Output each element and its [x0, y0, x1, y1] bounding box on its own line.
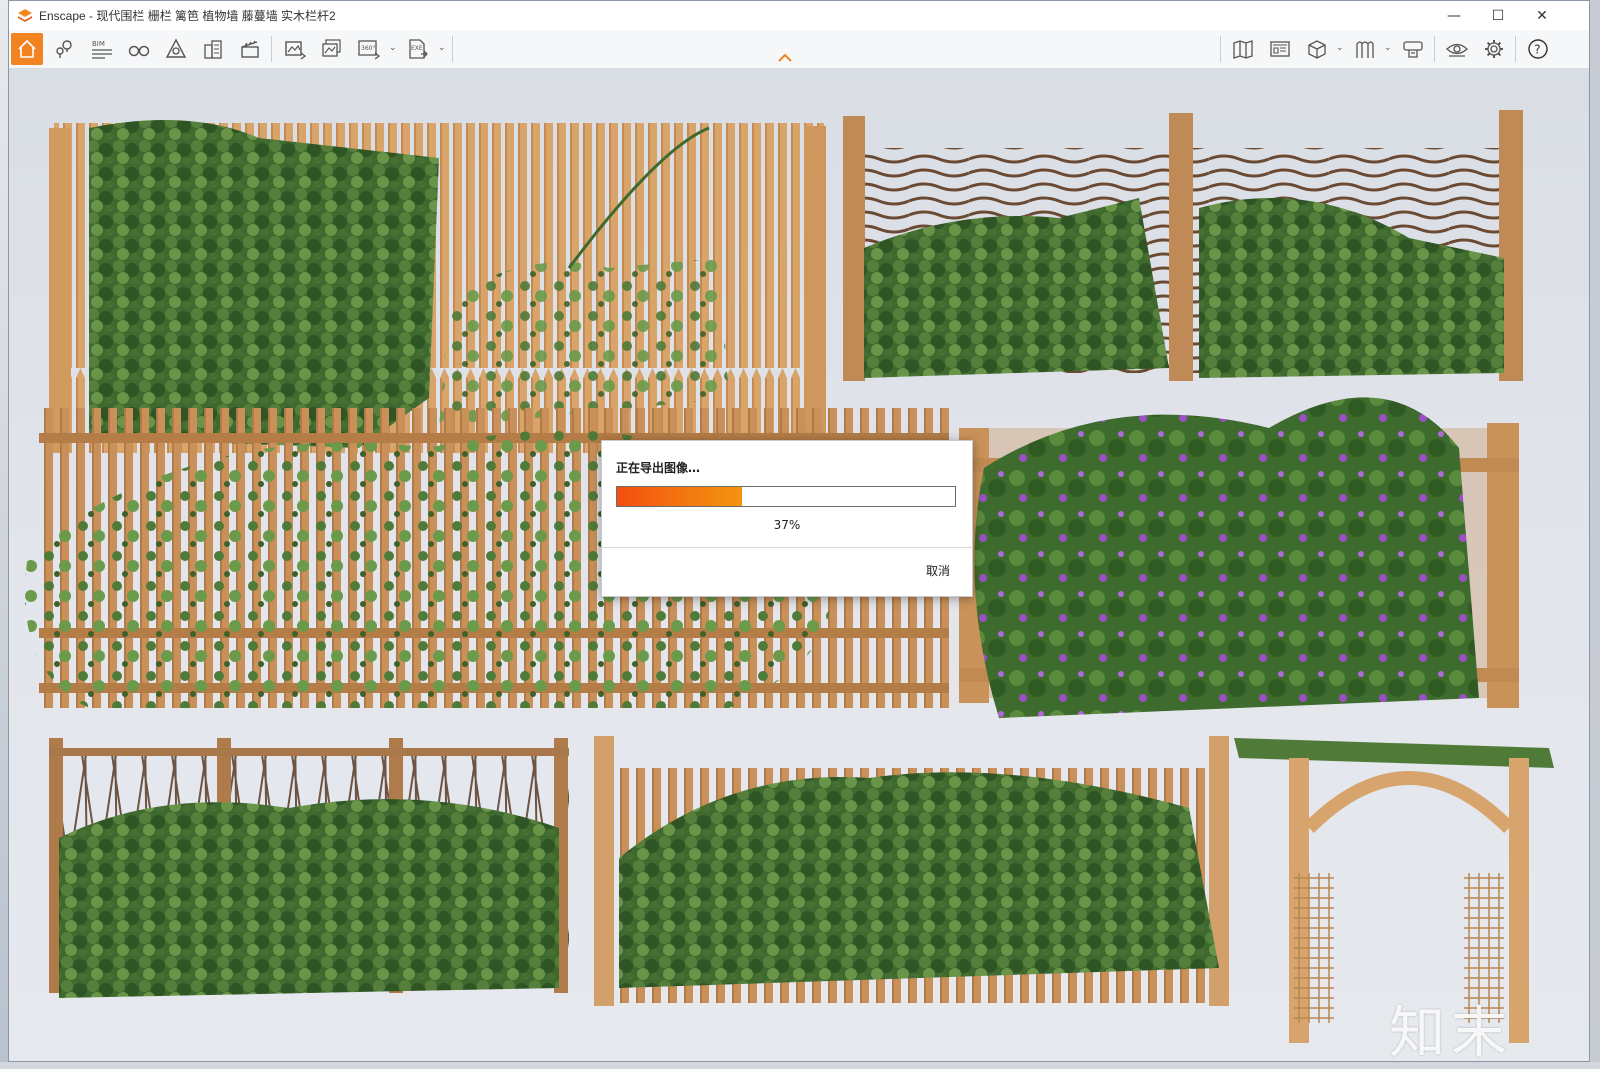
- materials-button[interactable]: [1349, 33, 1381, 65]
- materials-icon: [1356, 41, 1374, 58]
- close-icon: ✕: [1536, 7, 1548, 24]
- flowering-trellis-fence: [959, 397, 1519, 718]
- enscape-window: Enscape - 现代围栏 栅栏 篱笆 植物墙 藤蔓墙 实木栏杆2 — ☐ ✕…: [8, 0, 1590, 1062]
- progress-percent: 37%: [773, 518, 801, 532]
- wicker-fence-with-shrubs: [843, 110, 1523, 381]
- minimize-icon: —: [1447, 7, 1461, 24]
- render-image-button[interactable]: [279, 33, 311, 65]
- toolbar-separator: [1515, 36, 1516, 62]
- collaboration-icon: [1403, 41, 1423, 58]
- batch-render-button[interactable]: [316, 33, 348, 65]
- toolbar-separator: [452, 36, 453, 62]
- home-icon: [18, 39, 36, 58]
- export-exe-button[interactable]: EXE: [402, 33, 434, 65]
- collaboration-button[interactable]: [1397, 33, 1429, 65]
- picket-fence-with-ivy: [49, 120, 826, 453]
- asset-library-button[interactable]: [1264, 33, 1296, 65]
- home-button[interactable]: [11, 33, 43, 65]
- toolbar-separator: [1434, 36, 1435, 62]
- svg-text:360°: 360°: [361, 45, 375, 52]
- clapperboard-icon: [241, 40, 259, 58]
- svg-text:EXE: EXE: [411, 45, 423, 52]
- batch-render-icon: [322, 39, 341, 57]
- clapperboard-button[interactable]: [234, 33, 266, 65]
- enscape-logo-icon: [18, 9, 32, 22]
- materials-dropdown-chevron-icon[interactable]: ⌄: [1384, 43, 1392, 53]
- panorama-button[interactable]: 360°: [353, 33, 385, 65]
- visual-settings-button[interactable]: [1441, 33, 1473, 65]
- view-cube-icon: [1308, 40, 1326, 59]
- binoculars-icon: [128, 45, 150, 57]
- atmosphere-button[interactable]: [160, 33, 192, 65]
- settings-button[interactable]: [1478, 33, 1510, 65]
- maximize-button[interactable]: ☐: [1476, 1, 1520, 30]
- location-pins-icon: [56, 40, 72, 58]
- panorama-360-icon: 360°: [358, 40, 380, 60]
- help-button[interactable]: ?: [1522, 33, 1554, 65]
- twig-fence-with-hedge: [49, 738, 569, 998]
- svg-text:?: ?: [1534, 43, 1540, 57]
- asset-library-icon: [1270, 41, 1290, 57]
- export-progress-dialog: 正在导出图像… 37% 取消: [601, 440, 973, 597]
- window-title: Enscape - 现代围栏 栅栏 篱笆 植物墙 藤蔓墙 实木栏杆2: [39, 9, 336, 23]
- short-picket-fence-with-ivy: [594, 736, 1229, 1006]
- toolbar-separator: [271, 36, 272, 62]
- eye-icon: [1446, 43, 1468, 57]
- close-button[interactable]: ✕: [1520, 1, 1564, 30]
- panorama-dropdown-chevron-icon[interactable]: ⌄: [389, 43, 397, 53]
- bim-icon: BIM: [92, 40, 112, 59]
- buildings-button[interactable]: [197, 33, 229, 65]
- collapse-toolbar-chevron-icon[interactable]: [777, 51, 793, 65]
- progress-bar-fill: [617, 487, 743, 506]
- cancel-button[interactable]: 取消: [926, 562, 950, 579]
- help-icon: ?: [1528, 39, 1548, 59]
- toolbar: BIM 360° ⌄ EXE ⌄ ⌄ ⌄ ?: [9, 30, 1589, 69]
- watermark-logo: 知末: [1389, 1001, 1513, 1061]
- maximize-icon: ☐: [1491, 7, 1505, 24]
- taskbar-edge: [0, 1062, 1600, 1069]
- desktop-edge: [0, 0, 8, 1069]
- map-icon: [1233, 40, 1253, 59]
- svg-text:BIM: BIM: [92, 40, 105, 48]
- binoculars-button[interactable]: [123, 33, 155, 65]
- export-dropdown-chevron-icon[interactable]: ⌄: [438, 43, 446, 53]
- view-dropdown-chevron-icon[interactable]: ⌄: [1336, 43, 1344, 53]
- render-image-icon: [285, 41, 306, 60]
- toolbar-separator: [1220, 36, 1221, 62]
- render-viewport[interactable]: 知末 ID: 1137419318 正在导出图像… 37% 取消: [9, 68, 1589, 1061]
- view-cube-button[interactable]: [1301, 33, 1333, 65]
- export-exe-icon: EXE: [409, 39, 428, 59]
- gear-icon: [1485, 40, 1503, 58]
- atmosphere-icon: [165, 38, 187, 58]
- dialog-divider: [602, 547, 972, 548]
- export-progress-bar: [616, 486, 956, 507]
- title-bar[interactable]: Enscape - 现代围栏 栅栏 篱笆 植物墙 藤蔓墙 实木栏杆2 — ☐ ✕: [9, 1, 1589, 30]
- buildings-icon: [204, 40, 222, 59]
- bim-button[interactable]: BIM: [86, 33, 118, 65]
- location-button[interactable]: [49, 33, 81, 65]
- dialog-title: 正在导出图像…: [616, 461, 701, 475]
- watermark-id: ID: 1137419318: [1341, 1058, 1552, 1061]
- minimize-button[interactable]: —: [1432, 1, 1476, 30]
- map-button[interactable]: [1227, 33, 1259, 65]
